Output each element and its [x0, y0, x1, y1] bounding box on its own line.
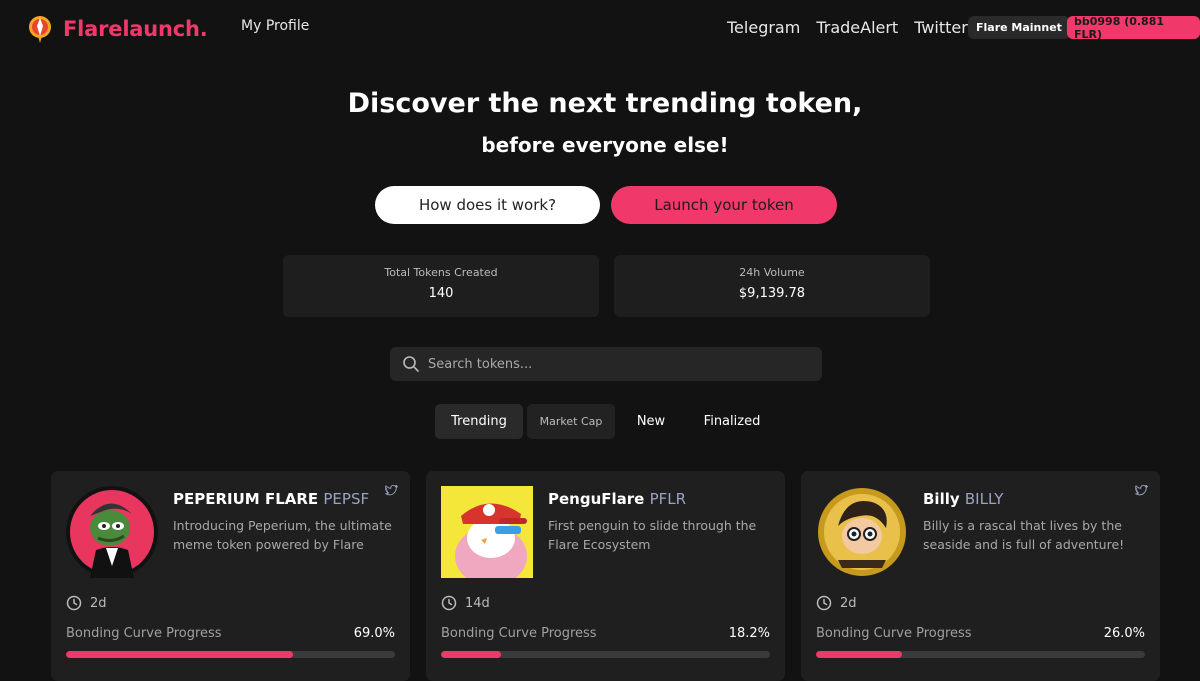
token-age: 2d: [66, 595, 107, 611]
token-name: Billy BILLY: [923, 490, 1003, 508]
token-age-text: 14d: [465, 595, 490, 611]
token-age: 2d: [816, 595, 857, 611]
token-age: 14d: [441, 595, 490, 611]
search-bar: [390, 347, 822, 381]
tab-trending[interactable]: Trending: [435, 404, 523, 439]
token-avatar-penguin: [441, 486, 533, 578]
token-avatar-pepe: [66, 486, 158, 578]
token-card[interactable]: PenguFlare PFLR First penguin to slide t…: [426, 471, 785, 681]
token-age-text: 2d: [90, 595, 107, 611]
hero-title: Discover the next trending token,: [347, 88, 863, 119]
token-name: PEPERIUM FLARE PEPSF: [173, 490, 369, 508]
progress-fill: [66, 651, 293, 658]
token-description: Billy is a rascal that lives by the seas…: [923, 518, 1125, 552]
bonding-curve-label: Bonding Curve Progress: [816, 626, 972, 641]
token-description: First penguin to slide through the Flare…: [548, 518, 757, 552]
twitter-icon[interactable]: [1134, 483, 1148, 497]
tab-new[interactable]: New: [626, 404, 676, 439]
token-description: Introducing Peperium, the ultimate meme …: [173, 518, 392, 552]
progress-fill: [816, 651, 902, 658]
token-name-text: PenguFlare: [548, 490, 645, 508]
tab-market-cap[interactable]: Market Cap: [527, 404, 615, 439]
clock-icon: [441, 595, 457, 611]
telegram-link[interactable]: Telegram: [727, 18, 800, 37]
token-card[interactable]: Billy BILLY Billy is a rascal that lives…: [801, 471, 1160, 681]
wallet-button[interactable]: bb0998 (0.881 FLR): [1067, 15, 1200, 41]
twitter-icon[interactable]: [384, 483, 398, 497]
progress-fill: [441, 651, 501, 658]
network-button[interactable]: Flare Mainnet: [968, 16, 1070, 39]
token-age-text: 2d: [840, 595, 857, 611]
bonding-curve-progress-bar: [441, 651, 770, 658]
token-name-text: PEPERIUM FLARE: [173, 490, 319, 508]
token-name: PenguFlare PFLR: [548, 490, 686, 508]
bonding-curve-label: Bonding Curve Progress: [66, 626, 222, 641]
bonding-curve-progress-bar: [66, 651, 395, 658]
bonding-curve-progress-bar: [816, 651, 1145, 658]
token-avatar-billy: [816, 486, 908, 578]
tab-finalized[interactable]: Finalized: [694, 404, 770, 439]
stat-value: 140: [428, 286, 454, 301]
search-input[interactable]: [428, 356, 808, 372]
clock-icon: [66, 595, 82, 611]
bonding-curve-label: Bonding Curve Progress: [441, 626, 597, 641]
token-symbol: PFLR: [649, 490, 687, 508]
stat-label: 24h Volume: [739, 266, 805, 279]
clock-icon: [816, 595, 832, 611]
nav-links: Telegram TradeAlert Twitter: [727, 18, 968, 37]
brand-name: Flarelaunch.: [63, 17, 208, 41]
token-symbol: PEPSF: [323, 490, 370, 508]
token-symbol: BILLY: [964, 490, 1004, 508]
rocket-logo-icon: [29, 16, 51, 43]
stat-value: $9,139.78: [738, 286, 806, 301]
launch-token-button[interactable]: Launch your token: [611, 186, 837, 224]
bonding-curve-value: 26.0%: [1103, 626, 1145, 641]
stat-total-tokens: Total Tokens Created 140: [283, 255, 599, 317]
my-profile-link[interactable]: My Profile: [241, 18, 309, 34]
bonding-curve-value: 69.0%: [353, 626, 395, 641]
logo[interactable]: Flarelaunch.: [27, 14, 208, 44]
hero-subtitle: before everyone else!: [481, 133, 729, 157]
tradealert-link[interactable]: TradeAlert: [816, 18, 898, 37]
how-it-works-button[interactable]: How does it work?: [375, 186, 600, 224]
header: Flarelaunch. My Profile Telegram TradeAl…: [0, 0, 1200, 56]
search-icon: [403, 356, 419, 372]
bonding-curve-value: 18.2%: [728, 626, 770, 641]
twitter-link[interactable]: Twitter: [914, 18, 968, 37]
token-card[interactable]: PEPERIUM FLARE PEPSF Introducing Peperiu…: [51, 471, 410, 681]
token-name-text: Billy: [923, 490, 960, 508]
stat-24h-volume: 24h Volume $9,139.78: [614, 255, 930, 317]
stat-label: Total Tokens Created: [384, 266, 498, 279]
